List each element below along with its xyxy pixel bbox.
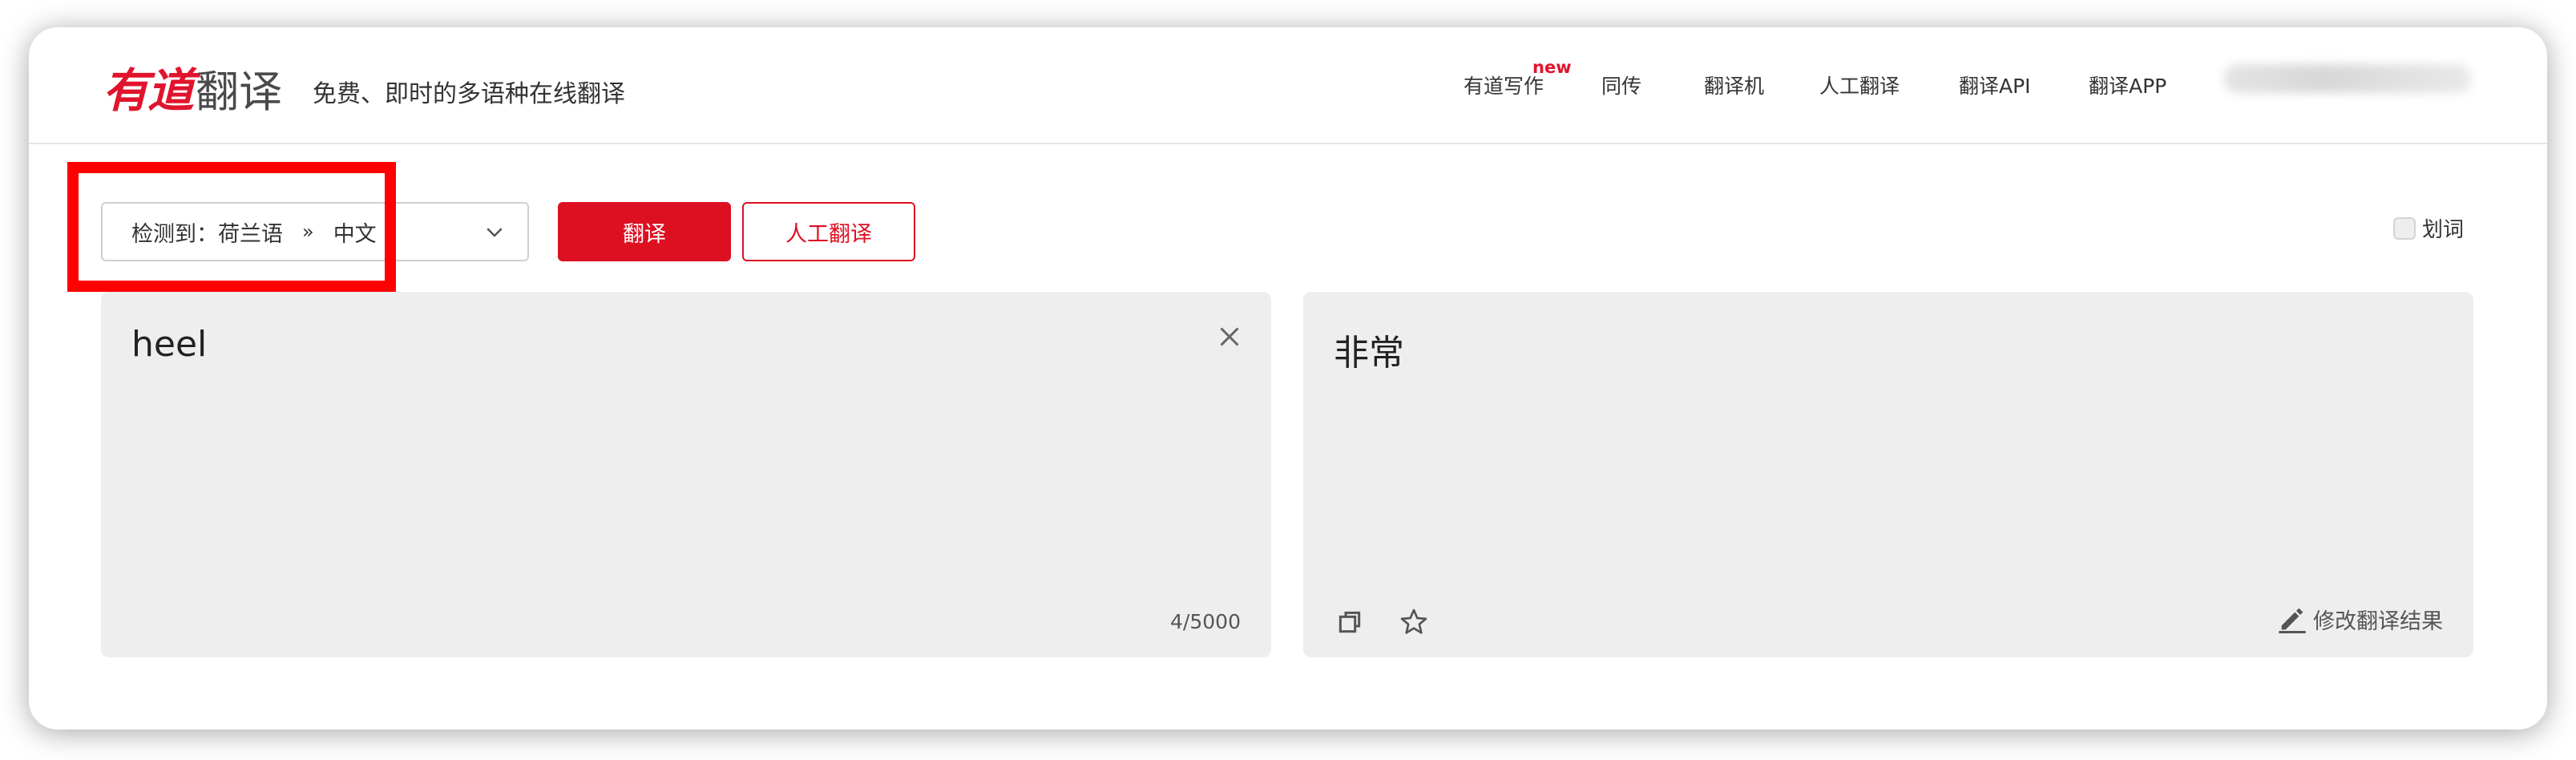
nav-item-label: 翻译机 <box>1704 75 1765 98</box>
nav-item-human[interactable]: 人工翻译 <box>1819 71 1900 99</box>
nav-item-label: 人工翻译 <box>1819 75 1900 98</box>
nav-item-device[interactable]: 翻译机 <box>1704 71 1764 99</box>
star-icon[interactable] <box>1398 606 1430 638</box>
nav-item-interpret[interactable]: 同传 <box>1601 71 1641 99</box>
edit-translation-link[interactable]: 修改翻译结果 <box>2276 603 2443 635</box>
language-separator: » <box>302 220 314 243</box>
word-pick-checkbox[interactable] <box>2393 216 2416 240</box>
human-translate-button[interactable]: 人工翻译 <box>742 202 915 261</box>
chevron-down-icon <box>487 228 503 237</box>
edit-translation-label: 修改翻译结果 <box>2313 608 2443 634</box>
header: 有道 翻译 免费、即时的多语种在线翻译 有道写作 new 同传 翻译机 人工翻译… <box>29 27 2547 144</box>
nav-item-label: 翻译APP <box>2089 75 2167 98</box>
nav-item-app[interactable]: 翻译APP <box>2089 71 2166 99</box>
close-icon[interactable] <box>1215 322 1244 351</box>
source-panel[interactable]: heel 4/5000 <box>101 292 1271 657</box>
copy-icon[interactable] <box>1334 606 1366 638</box>
nav-item-label: 同传 <box>1601 75 1642 98</box>
translate-button[interactable]: 翻译 <box>558 202 731 261</box>
nav-item-api[interactable]: 翻译API <box>1959 71 2031 99</box>
user-account[interactable] <box>2223 64 2472 93</box>
target-language: 中文 <box>333 221 377 247</box>
word-pick-toggle[interactable]: 划词 <box>2393 213 2464 243</box>
app-window: 有道 翻译 免费、即时的多语种在线翻译 有道写作 new 同传 翻译机 人工翻译… <box>29 27 2547 730</box>
result-panel: 非常 修改翻译结果 <box>1303 292 2473 657</box>
nav-item-label: 有道写作 <box>1464 75 1544 98</box>
new-badge: new <box>1532 58 1572 77</box>
top-nav: 有道写作 new 同传 翻译机 人工翻译 翻译API 翻译APP <box>29 58 2547 103</box>
word-pick-label: 划词 <box>2422 218 2465 242</box>
char-counter: 4/5000 <box>1170 610 1241 633</box>
pencil-icon <box>2279 608 2306 633</box>
result-text: 非常 <box>1334 333 1404 374</box>
nav-item-label: 翻译API <box>1959 75 2031 98</box>
language-select[interactable]: 检测到：荷兰语 » 中文 <box>101 202 529 261</box>
detected-language: 检测到：荷兰语 <box>131 221 283 247</box>
source-input[interactable]: heel <box>131 324 207 365</box>
nav-item-writing[interactable]: 有道写作 new <box>1464 58 1572 99</box>
